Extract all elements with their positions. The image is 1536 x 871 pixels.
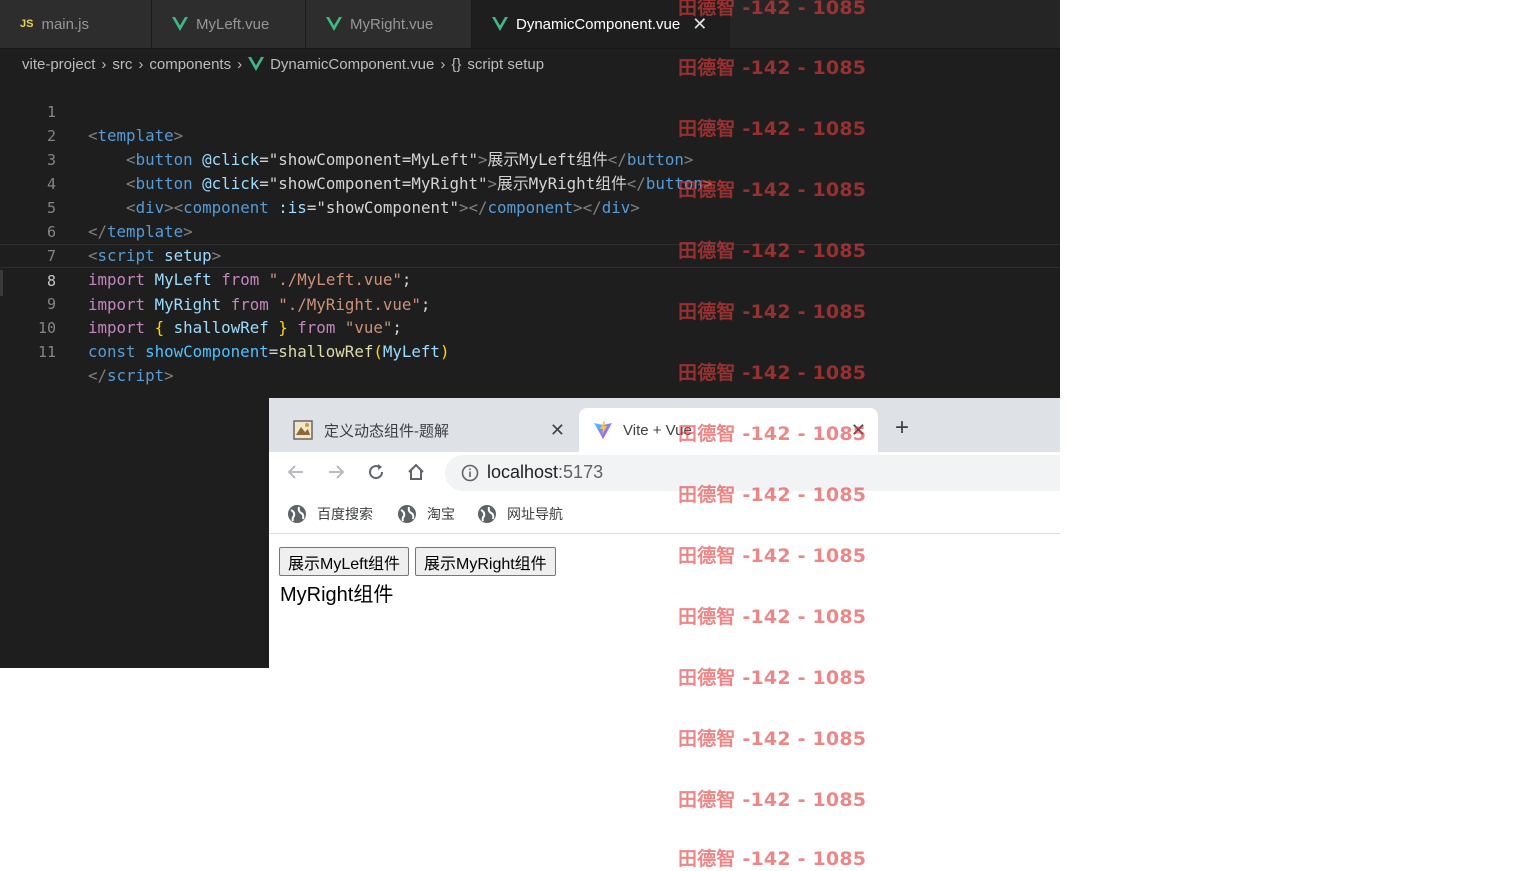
line-text: const showComponent=shallowRef(MyLeft) [88, 342, 450, 361]
bookmark-item[interactable]: 百度搜索 [287, 504, 373, 524]
braces-icon: {} [451, 55, 462, 73]
watermark-text: 田德智 -142 - 1085 [678, 484, 867, 506]
code-line: 7 import MyLeft from "./MyLeft.vue"; [0, 220, 1060, 289]
watermark-text: 田德智 -142 - 1085 [678, 301, 867, 323]
browser-tab-strip: 定义动态组件-题解 ✕ Vite + Vue ✕ + [269, 398, 1060, 452]
bookmark-item[interactable]: 网址导航 [477, 504, 563, 524]
browser-toolbar: localhost:5173 [269, 452, 1060, 494]
watermark-text: 田德智 -142 - 1085 [678, 240, 867, 262]
watermark-text: 田德智 -142 - 1085 [678, 57, 867, 79]
bookmark-label: 淘宝 [427, 506, 455, 522]
browser-window: 定义动态组件-题解 ✕ Vite + Vue ✕ + localhost:517… [269, 398, 1060, 668]
tab-myright-vue[interactable]: MyRight.vue [306, 0, 472, 48]
reload-icon[interactable] [366, 462, 386, 487]
bookmark-label: 百度搜索 [317, 506, 373, 522]
code-line: 5 </template> [0, 172, 1060, 241]
page-favicon-icon [293, 420, 313, 444]
bookmark-item[interactable]: 淘宝 [397, 504, 455, 524]
code-line: 1 <template> [0, 76, 1060, 145]
tab-label: main.js [41, 15, 89, 33]
line-number: 11 [37, 343, 56, 361]
new-tab-button[interactable]: + [895, 414, 909, 442]
watermark-text: 田德智 -142 - 1085 [678, 728, 867, 750]
tab-main-js[interactable]: JS main.js [0, 0, 152, 48]
code-line-current: 8 import MyRight from "./MyRight.vue"; [0, 244, 1060, 314]
vue-icon [248, 57, 265, 71]
code-line: 4 <div><component :is="showComponent"></… [0, 148, 1060, 217]
code-line: 2 <button @click="showComponent=MyLeft">… [0, 100, 1060, 169]
url-text: localhost:5173 [487, 462, 604, 482]
breadcrumb: vite-project › src › components › Dynami… [22, 53, 544, 75]
page-content: 展示MyLeft组件 展示MyRight组件 MyRight组件 [269, 535, 1060, 668]
chevron-right-icon: › [440, 55, 446, 73]
watermark-text: 田德智 -142 - 1085 [678, 423, 867, 445]
vue-icon [172, 17, 188, 31]
watermark-text: 田德智 -142 - 1085 [678, 179, 867, 201]
watermark-text: 田德智 -142 - 1085 [678, 545, 867, 567]
code-line: 3 <button @click="showComponent=MyRight"… [0, 124, 1060, 193]
chevron-right-icon: › [237, 55, 243, 73]
editor-tab-bar: JS main.js MyLeft.vue MyRight.vue Dynami… [0, 0, 1060, 49]
watermark-text: 田德智 -142 - 1085 [678, 667, 867, 689]
breadcrumb-item[interactable]: src [112, 56, 132, 73]
bookmarks-bar: 百度搜索 淘宝 网址导航 [269, 496, 1060, 534]
watermark-text: 田德智 -142 - 1085 [678, 789, 867, 811]
tab-myleft-vue[interactable]: MyLeft.vue [152, 0, 306, 48]
watermark-text: 田德智 -142 - 1085 [678, 362, 867, 384]
globe-icon [477, 504, 497, 524]
code-line: 6 <script setup> [0, 196, 1060, 265]
breadcrumb-item[interactable]: script setup [467, 56, 544, 73]
home-icon[interactable] [406, 462, 426, 487]
breadcrumb-item[interactable]: vite-project [22, 56, 95, 73]
info-icon[interactable] [461, 464, 479, 486]
code-line: 11 </script> [0, 316, 1060, 385]
breadcrumb-item[interactable]: DynamicComponent.vue [270, 56, 434, 73]
js-icon: JS [20, 18, 34, 30]
chevron-right-icon: › [138, 55, 144, 73]
tab-label: MyRight.vue [350, 15, 434, 33]
code-line: 9 import { shallowRef } from "vue"; [0, 268, 1060, 337]
breadcrumb-item[interactable]: components [149, 56, 231, 73]
show-myright-button[interactable]: 展示MyRight组件 [415, 547, 556, 576]
globe-icon [397, 504, 417, 524]
tab-label: MyLeft.vue [196, 15, 270, 33]
chevron-right-icon: › [101, 55, 107, 73]
close-icon[interactable]: ✕ [550, 420, 565, 441]
globe-icon [287, 504, 307, 524]
forward-icon[interactable] [326, 462, 346, 487]
browser-tab-title: 定义动态组件-题解 [324, 422, 449, 440]
watermark-text: 田德智 -142 - 1085 [678, 0, 867, 19]
watermark-text: 田德智 -142 - 1085 [678, 848, 867, 870]
vue-icon [492, 17, 508, 31]
watermark-text: 田德智 -142 - 1085 [678, 118, 867, 140]
vite-icon [593, 420, 613, 444]
rendered-component-text: MyRight组件 [280, 584, 394, 606]
browser-tab-inactive[interactable]: 定义动态组件-题解 ✕ [281, 408, 577, 452]
bookmark-label: 网址导航 [507, 506, 563, 522]
show-myleft-button[interactable]: 展示MyLeft组件 [279, 547, 410, 576]
tab-label: DynamicComponent.vue [516, 15, 681, 33]
line-text: </script> [88, 366, 174, 385]
back-icon[interactable] [286, 462, 306, 487]
code-line: 10 const showComponent=shallowRef(MyLeft… [0, 292, 1060, 361]
watermark-text: 田德智 -142 - 1085 [678, 606, 867, 628]
vue-icon [326, 17, 342, 31]
